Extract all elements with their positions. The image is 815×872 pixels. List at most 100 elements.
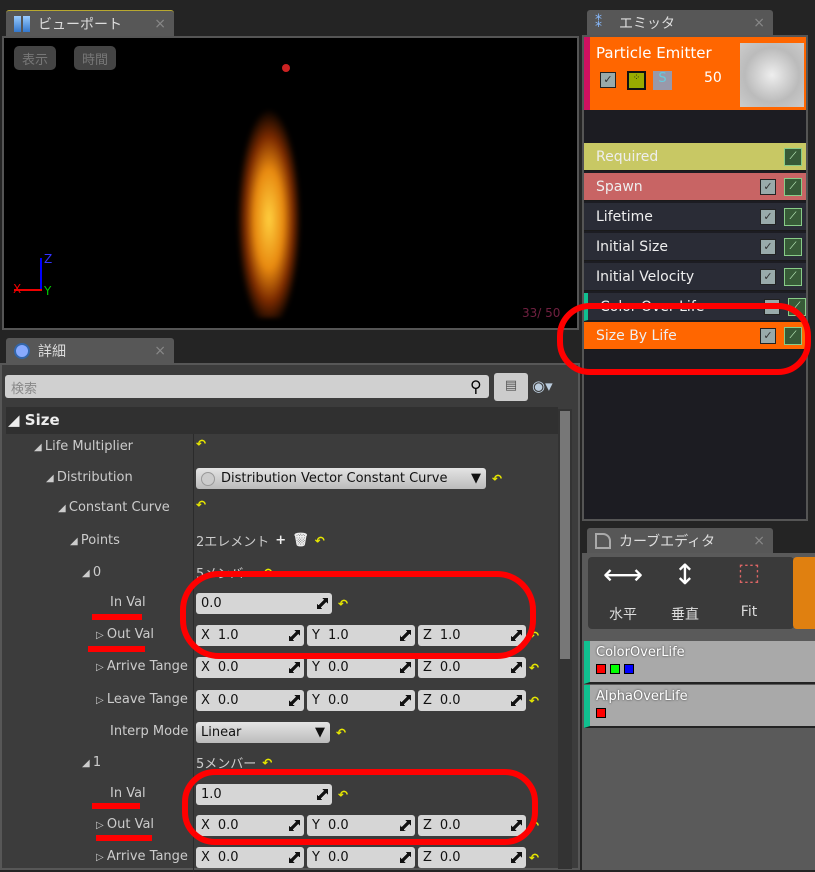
module-initial-size[interactable]: Initial Size ✓ ⟋ <box>584 233 806 261</box>
drag-handle-icon[interactable] <box>511 820 522 831</box>
property-row-p0[interactable]: ◢ 0 5メンバー ↶ <box>0 563 556 585</box>
drag-handle-icon[interactable] <box>317 789 328 800</box>
reset-to-default-icon[interactable]: ↶ <box>338 597 348 611</box>
module-color-over-life[interactable]: Color Over Life ✓ ⟋ <box>584 293 806 321</box>
number-field[interactable]: 1.0 <box>196 784 332 805</box>
drag-handle-icon[interactable] <box>289 662 300 673</box>
number-field[interactable]: 0.0 <box>196 593 332 614</box>
expand-arrow-icon[interactable]: ◢ <box>82 758 93 769</box>
tab-details[interactable]: 詳細 × <box>6 338 174 364</box>
drag-handle-icon[interactable] <box>317 598 328 609</box>
expand-arrow-icon[interactable]: ◢ <box>34 442 45 453</box>
enable-checkbox[interactable]: ✓ <box>760 179 776 195</box>
drag-handle-icon[interactable] <box>400 852 411 863</box>
property-row-p1-outval-label[interactable]: ▷ Out Val X 0.0 Y 0.0 Z 0.0 ↶ <box>0 815 556 837</box>
reset-to-default-icon[interactable]: ↶ <box>196 437 206 451</box>
drag-handle-icon[interactable] <box>289 852 300 863</box>
close-icon[interactable]: × <box>753 15 765 31</box>
emitter-header[interactable]: Particle Emitter ✓ ⁘ S 50 <box>584 37 806 110</box>
reset-to-default-icon[interactable]: ↶ <box>492 472 502 486</box>
z-field[interactable]: Z 0.0 <box>418 690 526 711</box>
add-element-icon[interactable]: + <box>275 533 286 548</box>
enable-checkbox[interactable]: ✓ <box>600 72 616 88</box>
reset-to-default-icon[interactable]: ↶ <box>336 726 346 740</box>
x-field[interactable]: X 0.0 <box>196 690 304 711</box>
expand-arrow-icon[interactable]: ▷ <box>96 695 107 706</box>
drag-handle-icon[interactable] <box>289 820 300 831</box>
close-icon[interactable]: × <box>154 343 166 359</box>
curve-graph-icon[interactable]: ⟋ <box>784 327 802 345</box>
expand-arrow-icon[interactable]: ◢ <box>70 536 81 547</box>
z-field[interactable]: Z 0.0 <box>418 815 526 836</box>
drag-handle-icon[interactable] <box>511 695 522 706</box>
enable-checkbox[interactable]: ✓ <box>760 239 776 255</box>
reset-to-default-icon[interactable]: ↶ <box>338 788 348 802</box>
reset-to-default-icon[interactable]: ↶ <box>196 498 206 512</box>
reset-to-default-icon[interactable]: ↶ <box>529 819 539 833</box>
x-field[interactable]: X 0.0 <box>196 815 304 836</box>
expand-arrow-icon[interactable]: ▷ <box>96 630 107 641</box>
z-field[interactable]: Z 0.0 <box>418 847 526 868</box>
show-button[interactable]: 表示 <box>14 46 57 70</box>
enable-checkbox[interactable]: ✓ <box>760 269 776 285</box>
close-icon[interactable]: × <box>154 16 166 32</box>
property-row-p0-arrive-label[interactable]: ▷ Arrive Tange X 0.0 Y 0.0 Z 0.0 ↶ <box>0 657 556 679</box>
track-alpha-over-life[interactable]: AlphaOverLife <box>584 685 815 728</box>
drag-handle-icon[interactable] <box>511 630 522 641</box>
x-field[interactable]: X 0.0 <box>196 847 304 868</box>
enable-checkbox[interactable]: ✓ <box>764 299 780 315</box>
curve-graph-icon[interactable]: ⟋ <box>788 298 806 316</box>
section-size[interactable]: ◢ Size <box>6 407 558 434</box>
close-icon[interactable]: × <box>753 533 765 549</box>
reset-to-default-icon[interactable]: ↶ <box>529 629 539 643</box>
x-field[interactable]: X 0.0 <box>196 657 304 678</box>
drag-handle-icon[interactable] <box>400 820 411 831</box>
scrollbar-track[interactable] <box>558 409 572 869</box>
y-field[interactable]: Y 0.0 <box>307 690 415 711</box>
fit-button[interactable]: ⬚ Fit <box>718 558 780 628</box>
curve-graph-icon[interactable]: ⟋ <box>784 238 802 256</box>
module-lifetime[interactable]: Lifetime ✓ ⟋ <box>584 203 806 231</box>
x-field[interactable]: X 1.0 <box>196 625 304 646</box>
time-button[interactable]: 時間 <box>74 46 117 70</box>
render-mode-icon[interactable]: ⁘ <box>627 71 646 90</box>
reset-to-default-icon[interactable]: ↶ <box>262 756 272 770</box>
property-row-life-multiplier[interactable]: ◢ Life Multiplier ↶ <box>0 437 556 459</box>
viewport-canvas[interactable]: 表示 時間 Z Y X 33/ 50 <box>2 36 579 330</box>
horizontal-fit-button[interactable]: ⟷ 水平 <box>592 558 654 628</box>
drag-handle-icon[interactable] <box>400 695 411 706</box>
y-field[interactable]: Y 1.0 <box>307 625 415 646</box>
expand-arrow-icon[interactable]: ▷ <box>96 852 107 863</box>
z-field[interactable]: Z 0.0 <box>418 657 526 678</box>
curve-graph-icon[interactable]: ⟋ <box>784 208 802 226</box>
expand-arrow-icon[interactable]: ▷ <box>96 820 107 831</box>
property-row-p0-outval-label[interactable]: ▷ Out Val X 1.0 Y 1.0 Z 1.0 ↶ <box>0 625 556 647</box>
property-row-p0-inval-label[interactable]: In Val 0.0 ↶ <box>0 593 556 615</box>
enable-checkbox[interactable]: ✓ <box>760 328 776 344</box>
y-field[interactable]: Y 0.0 <box>307 847 415 868</box>
property-row-points[interactable]: ◢ Points 2エレメント + 🗑 ↶ <box>0 531 556 553</box>
reset-to-default-icon[interactable]: ↶ <box>315 534 325 548</box>
drag-handle-icon[interactable] <box>400 630 411 641</box>
drag-handle-icon[interactable] <box>289 630 300 641</box>
drag-handle-icon[interactable] <box>511 852 522 863</box>
property-row-distribution[interactable]: ◢ Distribution Distribution Vector Consta… <box>0 468 556 490</box>
track-color-over-life[interactable]: ColorOverLife <box>584 641 815 684</box>
expand-arrow-icon[interactable]: ▷ <box>96 662 107 673</box>
drag-handle-icon[interactable] <box>511 662 522 673</box>
tab-curve-editor[interactable]: カーブエディタ × <box>587 528 773 554</box>
curve-graph-icon[interactable]: ⟋ <box>784 268 802 286</box>
eye-icon[interactable]: ◉▾ <box>532 377 553 395</box>
reset-to-default-icon[interactable]: ↶ <box>529 851 539 865</box>
module-spawn[interactable]: Spawn ✓ ⟋ <box>584 173 806 201</box>
reset-to-default-icon[interactable]: ↶ <box>262 566 272 580</box>
property-row-p1[interactable]: ◢ 1 5メンバー ↶ <box>0 753 556 775</box>
drag-handle-icon[interactable] <box>289 695 300 706</box>
y-field[interactable]: Y 0.0 <box>307 815 415 836</box>
dropdown[interactable]: Distribution Vector Constant Curve ▼ <box>196 468 486 489</box>
module-required[interactable]: Required ⟋ <box>584 143 806 171</box>
dropdown[interactable]: Linear ▼ <box>196 722 330 743</box>
tab-viewport[interactable]: ビューポート × <box>6 10 174 36</box>
reset-to-default-icon[interactable]: ↶ <box>529 661 539 675</box>
tab-emitter[interactable]: ⁑ エミッタ × <box>587 10 773 36</box>
